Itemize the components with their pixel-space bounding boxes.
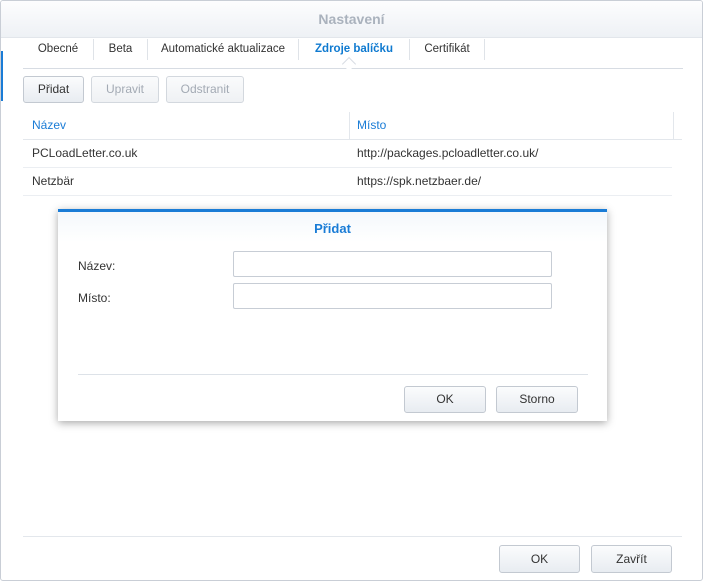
footer-divider	[23, 536, 682, 537]
name-label: Název:	[78, 259, 116, 273]
dialog-ok-button[interactable]: OK	[404, 386, 486, 413]
table-header: Název Místo	[23, 112, 682, 140]
tab-divider	[484, 39, 485, 60]
dialog-divider	[78, 374, 588, 375]
dialog-title: Přidat	[314, 221, 351, 236]
source-location: http://packages.pcloadletter.co.uk/	[357, 146, 539, 160]
add-source-dialog: Přidat Název: Místo: OK Storno	[58, 209, 607, 421]
column-divider[interactable]	[673, 112, 674, 139]
dialog-cancel-button[interactable]: Storno	[496, 386, 578, 413]
add-button[interactable]: Přidat	[23, 76, 84, 103]
remove-button[interactable]: Odstranit	[166, 76, 244, 103]
source-location: https://spk.netzbaer.de/	[357, 174, 482, 188]
table-row[interactable]: PCLoadLetter.co.uk http://packages.pcloa…	[23, 140, 672, 168]
edit-button[interactable]: Upravit	[91, 76, 159, 103]
column-header-name[interactable]: Název	[32, 112, 66, 139]
tab-general[interactable]: Obecné	[23, 37, 93, 67]
tab-certificate[interactable]: Certifikát	[410, 37, 484, 67]
close-button[interactable]: Zavřít	[591, 545, 672, 573]
tab-auto-updates[interactable]: Automatické aktualizace	[148, 37, 298, 67]
window-title: Nastavení	[318, 11, 385, 27]
column-divider[interactable]	[349, 112, 350, 139]
name-input[interactable]	[233, 251, 552, 277]
ok-button[interactable]: OK	[499, 545, 580, 573]
location-label: Místo:	[78, 291, 111, 305]
source-name: Netzbär	[32, 174, 75, 188]
location-input[interactable]	[233, 283, 552, 309]
table-row[interactable]: Netzbär https://spk.netzbaer.de/	[23, 168, 672, 196]
focus-accent	[1, 51, 3, 101]
source-name: PCLoadLetter.co.uk	[32, 146, 138, 160]
column-header-location[interactable]: Místo	[357, 112, 386, 139]
dialog-header: Přidat	[58, 212, 607, 242]
title-bar: Nastavení	[1, 1, 702, 38]
tab-beta[interactable]: Beta	[94, 37, 147, 67]
